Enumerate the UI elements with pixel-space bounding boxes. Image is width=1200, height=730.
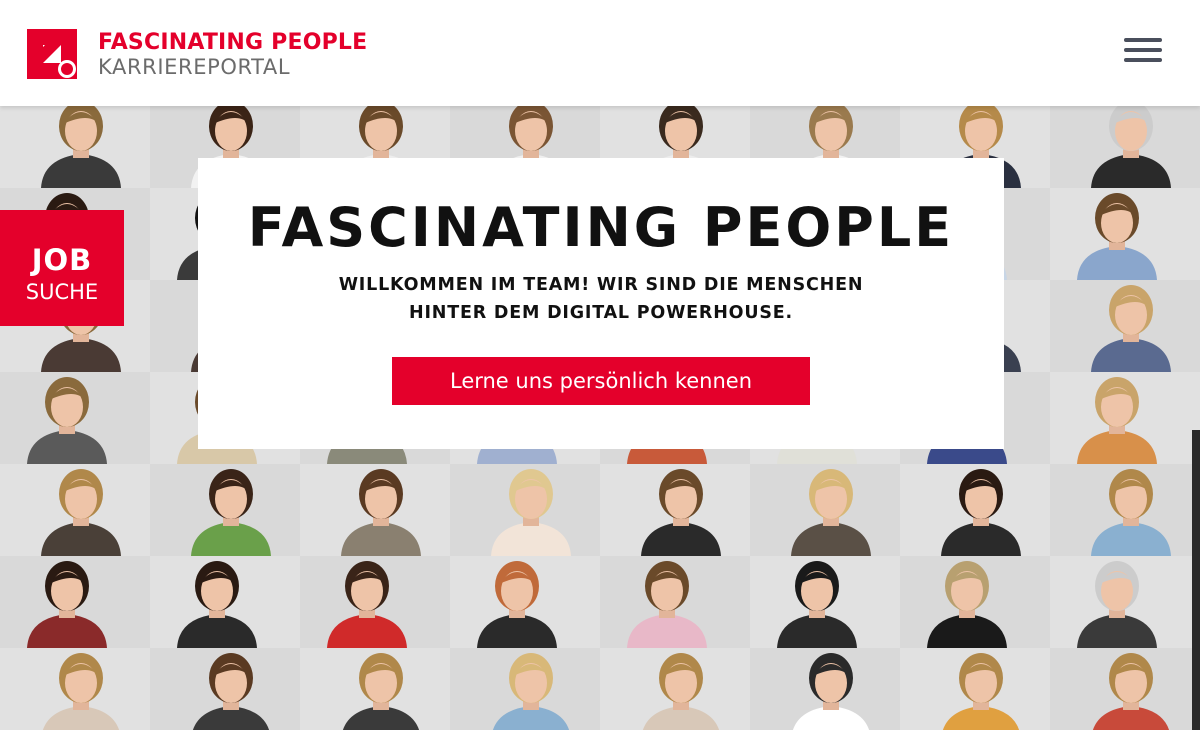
portrait: [750, 556, 900, 648]
portrait: [750, 464, 900, 556]
portrait: [0, 372, 150, 464]
meet-us-button[interactable]: Lerne uns persönlich kennen: [392, 357, 810, 405]
portrait: [150, 648, 300, 730]
portrait: [600, 648, 750, 730]
portrait: [0, 106, 150, 188]
job-search-tab[interactable]: JOB SUCHE: [0, 210, 124, 326]
portrait: [750, 648, 900, 730]
job-tab-label-line2: SUCHE: [25, 280, 99, 304]
portrait: [0, 464, 150, 556]
portrait: [300, 648, 450, 730]
job-tab-label-line1: JOB: [31, 243, 93, 277]
prosieben-arrow-logo-icon: [27, 29, 77, 79]
logo-subtitle: KARRIEREPORTAL: [98, 55, 291, 79]
site-header: FASCINATING PEOPLE KARRIEREPORTAL: [0, 0, 1200, 106]
portrait: [1050, 464, 1200, 556]
portrait: [1050, 280, 1200, 372]
portrait: [300, 556, 450, 648]
portrait: [900, 648, 1050, 730]
portrait: [0, 556, 150, 648]
intro-title: FASCINATING PEOPLE: [247, 196, 955, 259]
portrait: [900, 556, 1050, 648]
portrait: [0, 648, 150, 730]
portrait: [1050, 372, 1200, 464]
intro-subtitle: WILLKOMMEN IM TEAM! WIR SIND DIE MENSCHE…: [198, 271, 1004, 327]
hamburger-menu-icon[interactable]: [1124, 36, 1162, 64]
portrait: [450, 464, 600, 556]
portrait: [1050, 106, 1200, 188]
logo-title: FASCINATING PEOPLE: [98, 30, 368, 55]
intro-subtitle-line1: WILLKOMMEN IM TEAM! WIR SIND DIE MENSCHE…: [338, 275, 864, 295]
logo-link[interactable]: FASCINATING PEOPLE KARRIEREPORTAL: [27, 29, 367, 79]
intro-subtitle-line2: HINTER DEM DIGITAL POWERHOUSE.: [409, 303, 793, 323]
portrait: [1050, 188, 1200, 280]
portrait: [150, 464, 300, 556]
portrait: [600, 464, 750, 556]
portrait: [600, 556, 750, 648]
portrait: [300, 464, 450, 556]
portrait: [900, 464, 1050, 556]
portrait: [450, 648, 600, 730]
page-scroll-edge: [1192, 430, 1200, 730]
portrait: [1050, 648, 1200, 730]
portrait: [150, 556, 300, 648]
portrait: [450, 556, 600, 648]
intro-box: FASCINATING PEOPLE WILLKOMMEN IM TEAM! W…: [198, 158, 1004, 449]
portrait: [1050, 556, 1200, 648]
